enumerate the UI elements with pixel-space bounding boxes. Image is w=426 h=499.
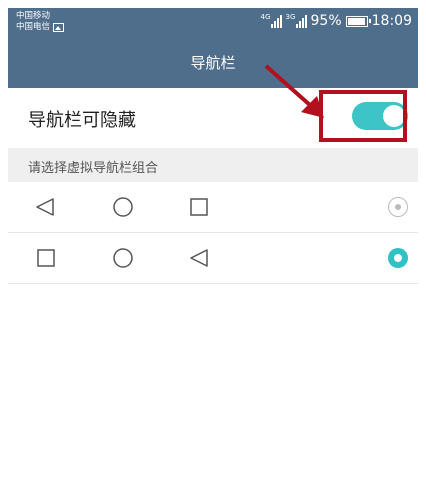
back-icon xyxy=(36,198,54,216)
navbar-option-2-radio[interactable] xyxy=(388,248,408,268)
home-icon xyxy=(113,197,133,217)
navbar-option-2[interactable] xyxy=(8,233,418,284)
recent-icon xyxy=(37,249,55,267)
settings-screen: 中国移动 中国电信 4G 3G 95% 18:09 导航栏 导航栏可隐藏 请选择… xyxy=(8,8,418,499)
annotation-arrow xyxy=(264,64,324,118)
navbar-option-1[interactable] xyxy=(8,182,418,233)
navbar-option-1-radio[interactable] xyxy=(388,197,408,217)
home-icon xyxy=(113,248,133,268)
back-icon xyxy=(190,249,208,267)
section-label: 请选择虚拟导航栏组合 xyxy=(28,161,159,176)
navbar-option-2-buttons xyxy=(37,248,208,268)
navbar-option-1-buttons xyxy=(36,197,208,217)
recent-icon xyxy=(190,198,208,216)
section-header: 请选择虚拟导航栏组合 xyxy=(8,148,418,182)
